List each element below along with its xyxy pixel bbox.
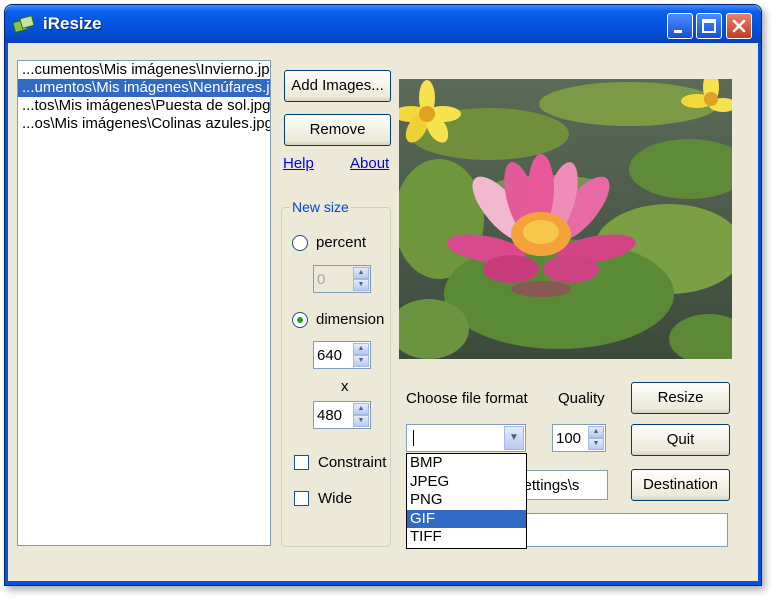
spin-down-icon[interactable]: ▼ [353,355,369,367]
maximize-button[interactable] [696,13,722,39]
maximize-icon [702,19,716,33]
spin-up-icon[interactable]: ▲ [353,403,369,415]
width-value: 640 [317,347,343,364]
spin-down-icon[interactable]: ▼ [588,438,604,450]
wide-checkbox[interactable] [294,491,309,506]
about-link[interactable]: About [350,155,389,172]
list-item[interactable]: ...os\Mis imágenes\Colinas azules.jpg [18,115,270,133]
help-link[interactable]: Help [283,155,314,172]
quality-stepper[interactable]: 100 ▲ ▼ [552,424,606,452]
file-format-label: Choose file format [406,390,528,407]
percent-value: 0 [317,271,326,288]
constraint-label: Constraint [318,454,387,471]
window-frame-bottom [5,581,761,585]
format-option-bmp[interactable]: BMP [407,454,526,473]
spin-up-icon[interactable]: ▲ [353,267,369,279]
minimize-icon [674,30,682,33]
quality-label: Quality [558,390,605,407]
spin-up-icon[interactable]: ▲ [353,343,369,355]
format-option-jpeg[interactable]: JPEG [407,473,526,492]
spin-down-icon[interactable]: ▼ [353,415,369,427]
spin-up-icon[interactable]: ▲ [588,426,604,438]
destination-button[interactable]: Destination [631,469,730,501]
list-item-selected[interactable]: ...umentos\Mis imágenes\Nenúfares.jpg [18,79,270,97]
close-button[interactable] [726,13,752,39]
dimension-radio[interactable] [292,312,308,328]
height-stepper[interactable]: 480 ▲ ▼ [313,401,371,429]
percent-label: percent [316,234,367,251]
height-value: 480 [317,407,343,424]
spin-down-icon[interactable]: ▼ [353,279,369,291]
minimize-button[interactable] [667,13,693,39]
dimension-label: dimension [316,311,385,328]
chevron-down-icon[interactable]: ▼ [504,426,524,450]
percent-stepper[interactable]: 0 ▲ ▼ [313,265,371,293]
format-option-png[interactable]: PNG [407,491,526,510]
quit-button[interactable]: Quit [631,424,730,456]
new-size-title: New size [290,199,351,215]
format-option-tiff[interactable]: TIFF [407,528,526,547]
remove-button[interactable]: Remove [284,114,391,146]
file-format-select[interactable]: ▼ [406,424,526,452]
percent-radio[interactable] [292,235,308,251]
format-option-gif[interactable]: GIF [407,509,526,528]
image-preview [399,79,732,359]
window-title: iResize [43,14,102,33]
list-item[interactable]: ...cumentos\Mis imágenes\Invierno.jpg [18,61,270,79]
title-bar[interactable]: iResize [5,5,761,43]
add-images-button[interactable]: Add Images... [284,70,391,102]
close-icon [732,19,746,33]
file-format-dropdown[interactable]: BMP JPEG PNG GIF TIFF [406,453,527,549]
app-icon [13,15,35,33]
radio-selected-dot [297,317,303,323]
quality-value: 100 [556,430,582,447]
wide-label: Wide [318,490,353,507]
window-frame-left [5,43,8,585]
file-list[interactable]: ...cumentos\Mis imágenes\Invierno.jpg ..… [17,60,271,546]
text-caret [413,430,414,446]
window-frame-right [758,43,761,585]
x-separator: x [341,378,349,395]
width-stepper[interactable]: 640 ▲ ▼ [313,341,371,369]
constraint-checkbox[interactable] [294,455,309,470]
list-item[interactable]: ...tos\Mis imágenes\Puesta de sol.jpg [18,97,270,115]
resize-button[interactable]: Resize [631,382,730,414]
